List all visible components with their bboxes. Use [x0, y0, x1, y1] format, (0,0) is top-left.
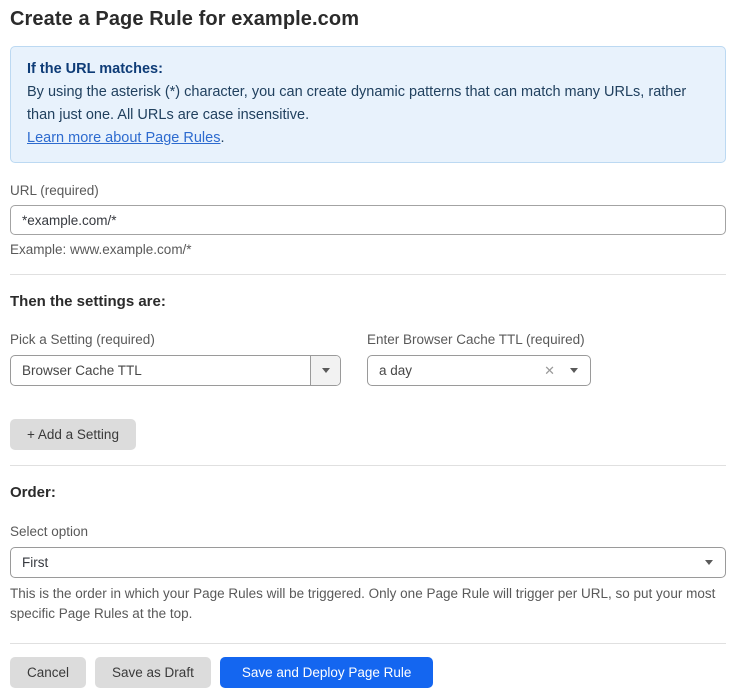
divider — [10, 643, 726, 644]
cancel-button[interactable]: Cancel — [10, 657, 86, 688]
divider — [10, 465, 726, 466]
chevron-down-icon — [570, 368, 578, 373]
setting-picker-label: Pick a Setting (required) — [10, 332, 341, 347]
setting-picker-select[interactable]: Browser Cache TTL — [10, 355, 341, 386]
settings-row: Pick a Setting (required) Browser Cache … — [10, 332, 726, 386]
add-setting-button[interactable]: + Add a Setting — [10, 419, 136, 450]
link-period: . — [220, 130, 224, 146]
ttl-picker-value: a day — [368, 363, 544, 378]
setting-picker-group: Pick a Setting (required) Browser Cache … — [10, 332, 341, 386]
url-input[interactable] — [10, 205, 726, 235]
order-section-heading: Order: — [10, 484, 726, 501]
save-and-deploy-button[interactable]: Save and Deploy Page Rule — [220, 657, 434, 688]
settings-section-heading: Then the settings are: — [10, 293, 726, 310]
page-title: Create a Page Rule for example.com — [10, 8, 726, 31]
ttl-picker-select[interactable]: a day ✕ — [367, 355, 591, 386]
order-select-label: Select option — [10, 524, 726, 539]
chevron-down-icon — [322, 368, 330, 373]
learn-more-link[interactable]: Learn more about Page Rules — [27, 130, 220, 146]
ttl-picker-label: Enter Browser Cache TTL (required) — [367, 332, 591, 347]
ttl-picker-group: Enter Browser Cache TTL (required) a day… — [367, 332, 591, 386]
footer-actions: Cancel Save as Draft Save and Deploy Pag… — [10, 657, 726, 688]
chevron-down-icon — [705, 560, 713, 565]
save-as-draft-button[interactable]: Save as Draft — [95, 657, 211, 688]
url-matches-info-box: If the URL matches: By using the asteris… — [10, 46, 726, 163]
order-select[interactable]: First — [10, 547, 726, 578]
url-field-label: URL (required) — [10, 183, 726, 198]
setting-picker-value: Browser Cache TTL — [11, 363, 310, 378]
info-box-heading: If the URL matches: — [27, 58, 709, 81]
url-example-text: Example: www.example.com/* — [10, 242, 726, 257]
order-help-text: This is the order in which your Page Rul… — [10, 584, 726, 624]
order-select-value: First — [11, 555, 705, 570]
divider — [10, 274, 726, 275]
setting-picker-arrow-segment[interactable] — [310, 356, 340, 385]
clear-icon[interactable]: ✕ — [544, 364, 555, 377]
info-box-link-line: Learn more about Page Rules. — [27, 127, 709, 150]
info-box-body: By using the asterisk (*) character, you… — [27, 81, 709, 127]
create-page-rule-form: Create a Page Rule for example.com If th… — [0, 8, 736, 688]
